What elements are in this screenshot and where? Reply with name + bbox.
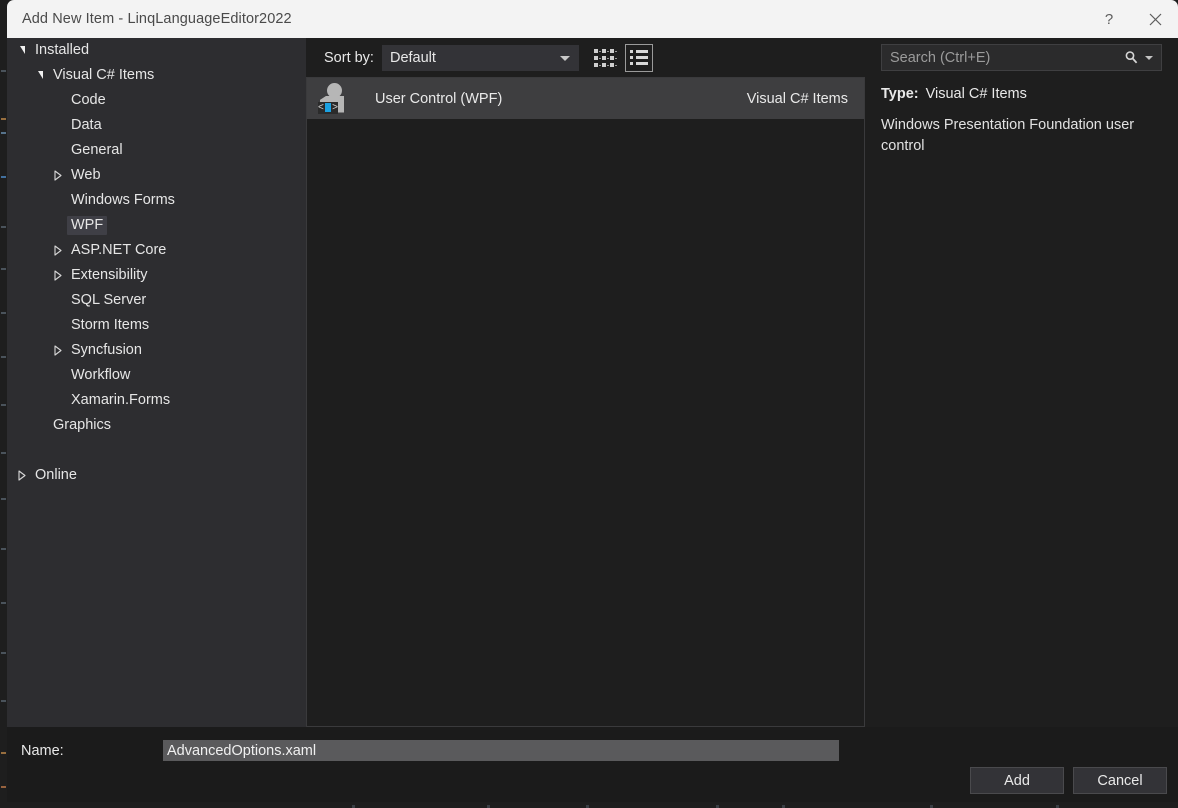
tree-item-storm-items[interactable]: Storm Items xyxy=(7,313,306,338)
triangle-collapsed-icon[interactable] xyxy=(49,345,67,356)
detail-type-label: Type: xyxy=(881,86,919,102)
search-container: Search (Ctrl+E) xyxy=(881,38,1162,77)
view-mode-buttons xyxy=(591,43,653,72)
tree-item-installed[interactable]: Installed xyxy=(7,38,306,63)
tree-item-label: ASP.NET Core xyxy=(71,242,167,258)
tree-item-syncfusion[interactable]: Syncfusion xyxy=(7,338,306,363)
chevron-down-icon xyxy=(559,55,570,61)
tree-item-online[interactable]: Online xyxy=(7,463,306,488)
tree-item-label: Online xyxy=(35,467,77,483)
tree-item-label: Installed xyxy=(35,42,90,58)
template-list[interactable]: < > User Control (WPF) Visual C# Items xyxy=(306,77,865,727)
footer-buttons: Add Cancel xyxy=(970,767,1167,794)
background-editor-sliver-left xyxy=(0,0,7,808)
cancel-button[interactable]: Cancel xyxy=(1073,767,1167,794)
tree-item-label: Extensibility xyxy=(71,267,148,283)
question-mark-icon: ? xyxy=(1104,10,1114,28)
list-view-button[interactable] xyxy=(624,43,653,72)
templates-panel: Sort by: Default < > User Control (WPF) … xyxy=(306,38,865,727)
tree-item-asp-net-core[interactable]: ASP.NET Core xyxy=(7,238,306,263)
tree-item-label: Data xyxy=(71,117,102,133)
add-new-item-dialog: Add New Item - LinqLanguageEditor2022 ? … xyxy=(7,0,1178,802)
tree-item-label: Storm Items xyxy=(71,317,150,333)
triangle-collapsed-icon[interactable] xyxy=(49,170,67,181)
name-row: Name: xyxy=(7,738,1178,763)
search-box[interactable]: Search (Ctrl+E) xyxy=(881,44,1162,71)
sort-by-label: Sort by: xyxy=(324,49,374,66)
tree-item-data[interactable]: Data xyxy=(7,113,306,138)
tree-item-label: SQL Server xyxy=(71,292,147,308)
list-view-icon xyxy=(629,50,648,65)
triangle-down-icon xyxy=(19,45,25,54)
tree-item-code[interactable]: Code xyxy=(7,88,306,113)
template-item-category: Visual C# Items xyxy=(746,90,848,107)
search-icon[interactable] xyxy=(1124,50,1139,65)
dialog-footer: Name: Add Cancel xyxy=(7,727,1178,802)
tree-item-sql-server[interactable]: SQL Server xyxy=(7,288,306,313)
triangle-collapsed-icon[interactable] xyxy=(13,470,31,481)
dialog-body: Installed Visual C# Items Code Data General W… xyxy=(7,38,1178,802)
triangle-collapsed-icon[interactable] xyxy=(49,270,67,281)
tree-item-graphics[interactable]: Graphics xyxy=(7,413,306,438)
triangle-right-icon xyxy=(54,270,62,281)
tree-spacer xyxy=(7,438,306,463)
tree-item-windows-forms[interactable]: Windows Forms xyxy=(7,188,306,213)
triangle-right-icon xyxy=(54,345,62,356)
triangle-right-icon xyxy=(18,470,26,481)
tree-item-label: Syncfusion xyxy=(71,342,142,358)
tree-item-label: Xamarin.Forms xyxy=(71,392,171,408)
tree-item-general[interactable]: General xyxy=(7,138,306,163)
name-label: Name: xyxy=(21,742,64,759)
tree-item-label: Windows Forms xyxy=(71,192,175,208)
detail-type-value: Visual C# Items xyxy=(925,86,1027,102)
tree-item-label: Visual C# Items xyxy=(53,67,155,83)
triangle-expanded-icon[interactable] xyxy=(31,70,49,80)
triangle-right-icon xyxy=(54,170,62,181)
triangle-right-icon xyxy=(54,245,62,256)
tree-item-label: Web xyxy=(71,167,101,183)
triangle-expanded-icon[interactable] xyxy=(13,45,31,55)
tree-item-label: Workflow xyxy=(71,367,131,383)
tree-item-label: WPF xyxy=(67,216,108,235)
detail-type-row: Type: Visual C# Items xyxy=(881,86,1162,102)
user-control-wpf-icon: < > xyxy=(315,82,349,116)
tree-item-xamarin-forms[interactable]: Xamarin.Forms xyxy=(7,388,306,413)
details-panel: Search (Ctrl+E) Type: Visual C# Items Wi… xyxy=(865,38,1178,727)
tree-item-label: Graphics xyxy=(53,417,112,433)
add-button[interactable]: Add xyxy=(970,767,1064,794)
template-item-name: User Control (WPF) xyxy=(375,90,503,107)
categories-tree-panel: Installed Visual C# Items Code Data General W… xyxy=(7,38,306,727)
name-input[interactable] xyxy=(163,740,839,761)
tree-item-visual-c-items[interactable]: Visual C# Items xyxy=(7,63,306,88)
background-editor-sliver-bottom xyxy=(0,802,1178,808)
tiles-view-button[interactable] xyxy=(591,44,619,72)
categories-tree: Installed Visual C# Items Code Data General W… xyxy=(7,38,306,488)
window-controls: ? xyxy=(1086,0,1178,38)
panes-container: Installed Visual C# Items Code Data General W… xyxy=(7,38,1178,727)
search-chevron-down-icon[interactable] xyxy=(1145,55,1153,60)
template-list-item[interactable]: < > User Control (WPF) Visual C# Items xyxy=(307,78,864,119)
tree-item-web[interactable]: Web xyxy=(7,163,306,188)
tree-item-extensibility[interactable]: Extensibility xyxy=(7,263,306,288)
templates-toolbar: Sort by: Default xyxy=(306,38,865,77)
tree-item-workflow[interactable]: Workflow xyxy=(7,363,306,388)
dialog-title: Add New Item - LinqLanguageEditor2022 xyxy=(22,11,292,27)
title-bar: Add New Item - LinqLanguageEditor2022 ? xyxy=(7,0,1178,38)
sort-by-value: Default xyxy=(389,49,436,66)
tree-item-label: Code xyxy=(71,92,106,108)
detail-description: Windows Presentation Foundation user con… xyxy=(881,117,1135,154)
help-button[interactable]: ? xyxy=(1086,0,1132,38)
tree-item-label: General xyxy=(71,142,123,158)
close-icon xyxy=(1149,13,1161,25)
sort-by-dropdown[interactable]: Default xyxy=(381,44,579,71)
close-button[interactable] xyxy=(1132,0,1178,38)
search-input[interactable]: Search (Ctrl+E) xyxy=(890,50,1124,66)
tree-item-label xyxy=(31,449,39,452)
tree-item-wpf[interactable]: WPF xyxy=(7,213,306,238)
tiles-view-icon xyxy=(594,49,618,67)
triangle-collapsed-icon[interactable] xyxy=(49,245,67,256)
triangle-down-icon xyxy=(37,70,43,79)
